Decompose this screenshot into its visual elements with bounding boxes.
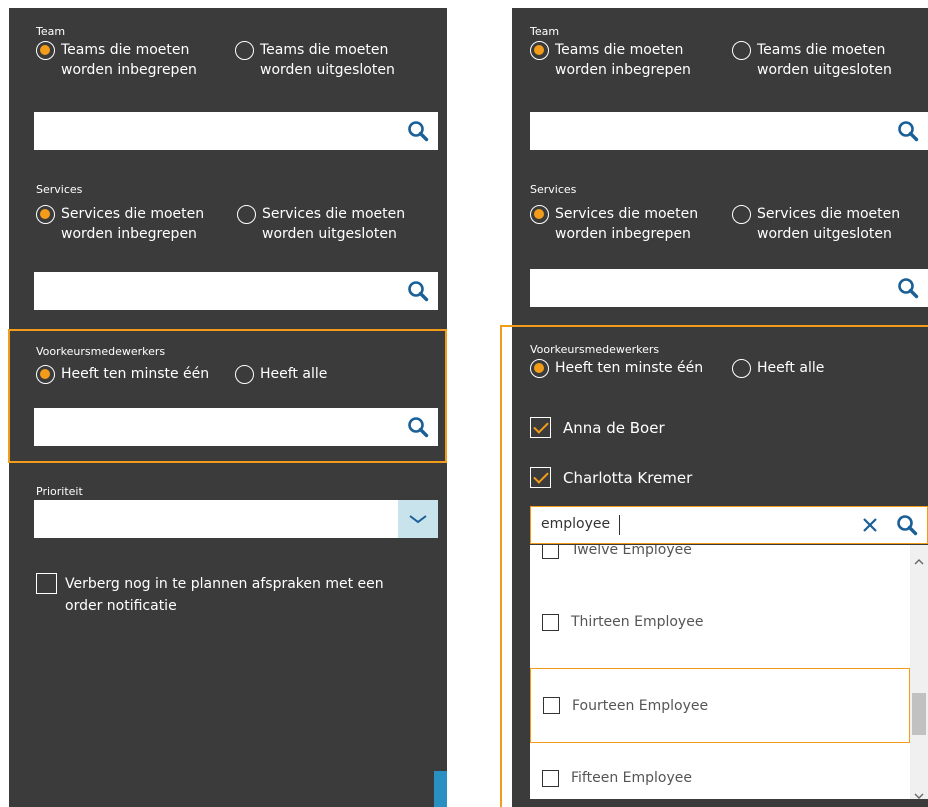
team-exclude-line1: Teams die moeten xyxy=(260,42,389,58)
scroll-thumb[interactable] xyxy=(912,693,926,735)
radio-checked-icon xyxy=(530,359,549,378)
preferred-label: Voorkeursmedewerkers xyxy=(530,343,660,356)
scroll-down-icon[interactable] xyxy=(913,785,925,799)
priority-label: Prioriteit xyxy=(36,485,83,498)
result-item-label: Fifteen Employee xyxy=(571,770,692,786)
result-item[interactable]: Twelve Employee xyxy=(530,545,910,580)
services-search-input[interactable] xyxy=(530,269,928,307)
preferred-all-text: Heeft alle xyxy=(260,366,328,382)
services-exclude-line2: worden uitgesloten xyxy=(757,226,892,242)
preferred-at-least-one-radio[interactable]: Heeft ten minste één xyxy=(530,358,703,378)
text-cursor xyxy=(619,515,620,535)
services-exclude-line1: Services die moeten xyxy=(757,206,901,222)
radio-unchecked-icon xyxy=(235,365,254,384)
selected-employee-2[interactable]: Charlotta Kremer xyxy=(530,467,692,488)
team-include-line1: Teams die moeten xyxy=(555,42,684,58)
preferred-all-radio[interactable]: Heeft alle xyxy=(732,358,824,378)
team-include-line1: Teams die moeten xyxy=(61,42,190,58)
team-exclude-line1: Teams die moeten xyxy=(757,42,886,58)
team-include-line2: worden inbegrepen xyxy=(555,62,691,78)
services-include-line1: Services die moeten xyxy=(555,206,699,222)
team-exclude-line2: worden uitgesloten xyxy=(260,62,395,78)
team-include-line2: worden inbegrepen xyxy=(61,62,197,78)
radio-unchecked-icon xyxy=(732,359,751,378)
preferred-at-least-one-text: Heeft ten minste één xyxy=(61,366,210,382)
checkbox-unchecked-icon xyxy=(542,769,559,787)
priority-select[interactable] xyxy=(34,500,438,538)
result-item[interactable]: Fifteen Employee xyxy=(530,748,910,799)
team-exclude-radio[interactable]: Teams die moeten worden uitgesloten xyxy=(732,40,892,80)
services-exclude-radio[interactable]: Services die moeten worden uitgesloten xyxy=(732,204,900,244)
team-include-radio[interactable]: Teams die moeten worden inbegrepen xyxy=(36,40,197,80)
team-exclude-radio[interactable]: Teams die moeten worden uitgesloten xyxy=(235,40,395,80)
checkbox-checked-icon xyxy=(530,417,551,438)
search-icon[interactable] xyxy=(398,408,438,446)
services-exclude-line2: worden uitgesloten xyxy=(262,226,397,242)
radio-checked-icon xyxy=(36,41,55,60)
hide-unplanned-line1: Verberg nog in te plannen afspraken met … xyxy=(65,576,384,592)
services-include-line1: Services die moeten xyxy=(61,206,205,222)
search-icon[interactable] xyxy=(398,112,438,150)
hide-unplanned-line2: order notificatie xyxy=(65,598,177,614)
team-include-radio[interactable]: Teams die moeten worden inbegrepen xyxy=(530,40,691,80)
radio-checked-icon xyxy=(530,41,549,60)
checkbox-unchecked-icon xyxy=(36,573,57,594)
radio-checked-icon xyxy=(530,205,549,224)
radio-checked-icon xyxy=(36,205,55,224)
hide-unplanned-checkbox[interactable]: Verberg nog in te plannen afspraken met … xyxy=(36,573,384,617)
services-include-radio[interactable]: Services die moeten worden inbegrepen xyxy=(36,204,204,244)
preferred-search-input[interactable] xyxy=(34,408,438,446)
team-label: Team xyxy=(36,25,66,38)
services-include-radio[interactable]: Services die moeten worden inbegrepen xyxy=(530,204,698,244)
filter-panel-right: Team Teams die moeten worden inbegrepen … xyxy=(512,8,928,807)
team-exclude-line2: worden uitgesloten xyxy=(757,62,892,78)
services-exclude-radio[interactable]: Services die moeten worden uitgesloten xyxy=(237,204,405,244)
scroll-up-icon[interactable] xyxy=(913,551,925,565)
preferred-label: Voorkeursmedewerkers xyxy=(36,345,166,358)
preferred-all-text: Heeft alle xyxy=(757,360,825,376)
scroll-indicator xyxy=(434,771,447,807)
selected-employee-1[interactable]: Anna de Boer xyxy=(530,417,665,438)
checkbox-unchecked-icon xyxy=(543,697,560,714)
result-item[interactable]: Thirteen Employee xyxy=(530,592,910,652)
search-icon[interactable] xyxy=(888,112,928,150)
radio-unchecked-icon xyxy=(732,205,751,224)
services-search-input[interactable] xyxy=(34,272,438,310)
employee-results-dropdown: Twelve Employee Thirteen Employee Fourte… xyxy=(530,545,928,799)
services-include-line2: worden inbegrepen xyxy=(555,226,691,242)
team-search-input[interactable] xyxy=(530,112,928,150)
clear-icon[interactable] xyxy=(855,507,885,543)
services-include-line2: worden inbegrepen xyxy=(61,226,197,242)
services-label: Services xyxy=(36,183,83,196)
search-icon[interactable] xyxy=(398,272,438,310)
preferred-search-value: employee xyxy=(541,516,611,532)
team-search-input[interactable] xyxy=(34,112,438,150)
preferred-at-least-one-text: Heeft ten minste één xyxy=(555,360,704,376)
radio-checked-icon xyxy=(36,365,55,384)
preferred-at-least-one-radio[interactable]: Heeft ten minste één xyxy=(36,364,209,384)
results-scrollbar[interactable] xyxy=(910,545,928,799)
services-label: Services xyxy=(530,183,577,196)
selected-employee-name: Charlotta Kremer xyxy=(563,468,693,487)
team-label: Team xyxy=(530,25,560,38)
checkbox-unchecked-icon xyxy=(542,613,559,631)
services-exclude-line1: Services die moeten xyxy=(262,206,406,222)
result-item-label: Fourteen Employee xyxy=(572,697,709,714)
radio-unchecked-icon xyxy=(732,41,751,60)
chevron-down-icon[interactable] xyxy=(398,500,438,538)
search-icon[interactable] xyxy=(888,269,928,307)
checkbox-unchecked-icon xyxy=(542,545,559,559)
filter-panel-left: Team Teams die moeten worden inbegrepen … xyxy=(9,8,447,807)
preferred-search-input[interactable]: employee xyxy=(530,506,928,544)
result-item-highlighted[interactable]: Fourteen Employee xyxy=(530,668,910,743)
results-list: Twelve Employee Thirteen Employee Fourte… xyxy=(530,545,910,799)
selected-employee-name: Anna de Boer xyxy=(563,418,665,437)
result-item-label: Thirteen Employee xyxy=(571,614,704,630)
result-item-label: Twelve Employee xyxy=(571,545,692,558)
radio-unchecked-icon xyxy=(235,41,254,60)
checkbox-checked-icon xyxy=(530,467,551,488)
search-icon[interactable] xyxy=(887,507,927,543)
preferred-all-radio[interactable]: Heeft alle xyxy=(235,364,327,384)
radio-unchecked-icon xyxy=(237,205,256,224)
